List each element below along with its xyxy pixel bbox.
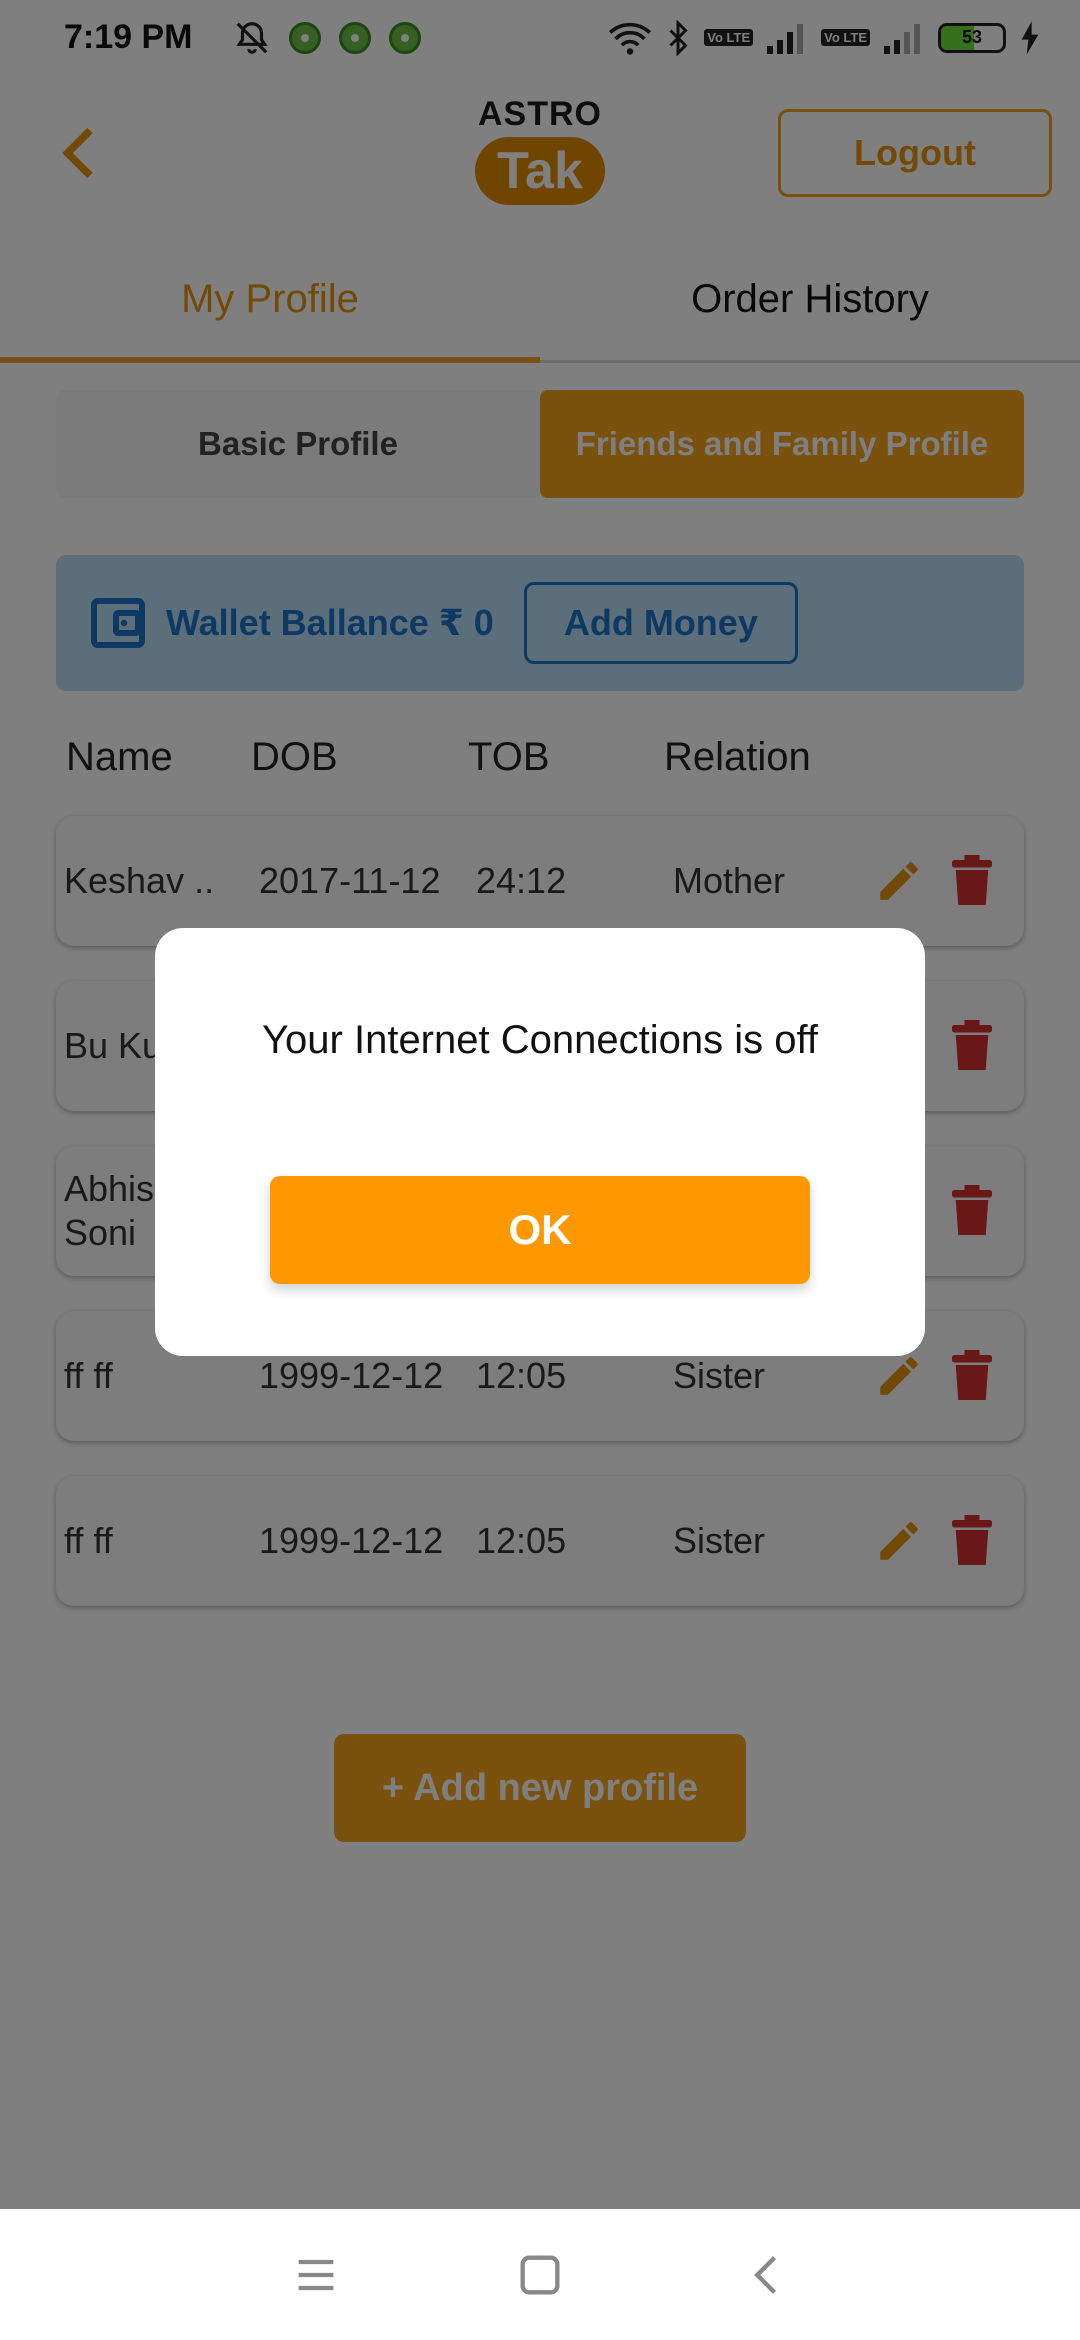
back-icon[interactable] bbox=[742, 2249, 794, 2301]
dialog-message: Your Internet Connections is off bbox=[262, 1018, 818, 1062]
alert-dialog: Your Internet Connections is off OK bbox=[155, 928, 925, 1356]
system-nav-bar bbox=[0, 2209, 1080, 2340]
menu-icon[interactable] bbox=[290, 2249, 342, 2301]
home-icon[interactable] bbox=[514, 2249, 566, 2301]
ok-button[interactable]: OK bbox=[270, 1176, 810, 1284]
